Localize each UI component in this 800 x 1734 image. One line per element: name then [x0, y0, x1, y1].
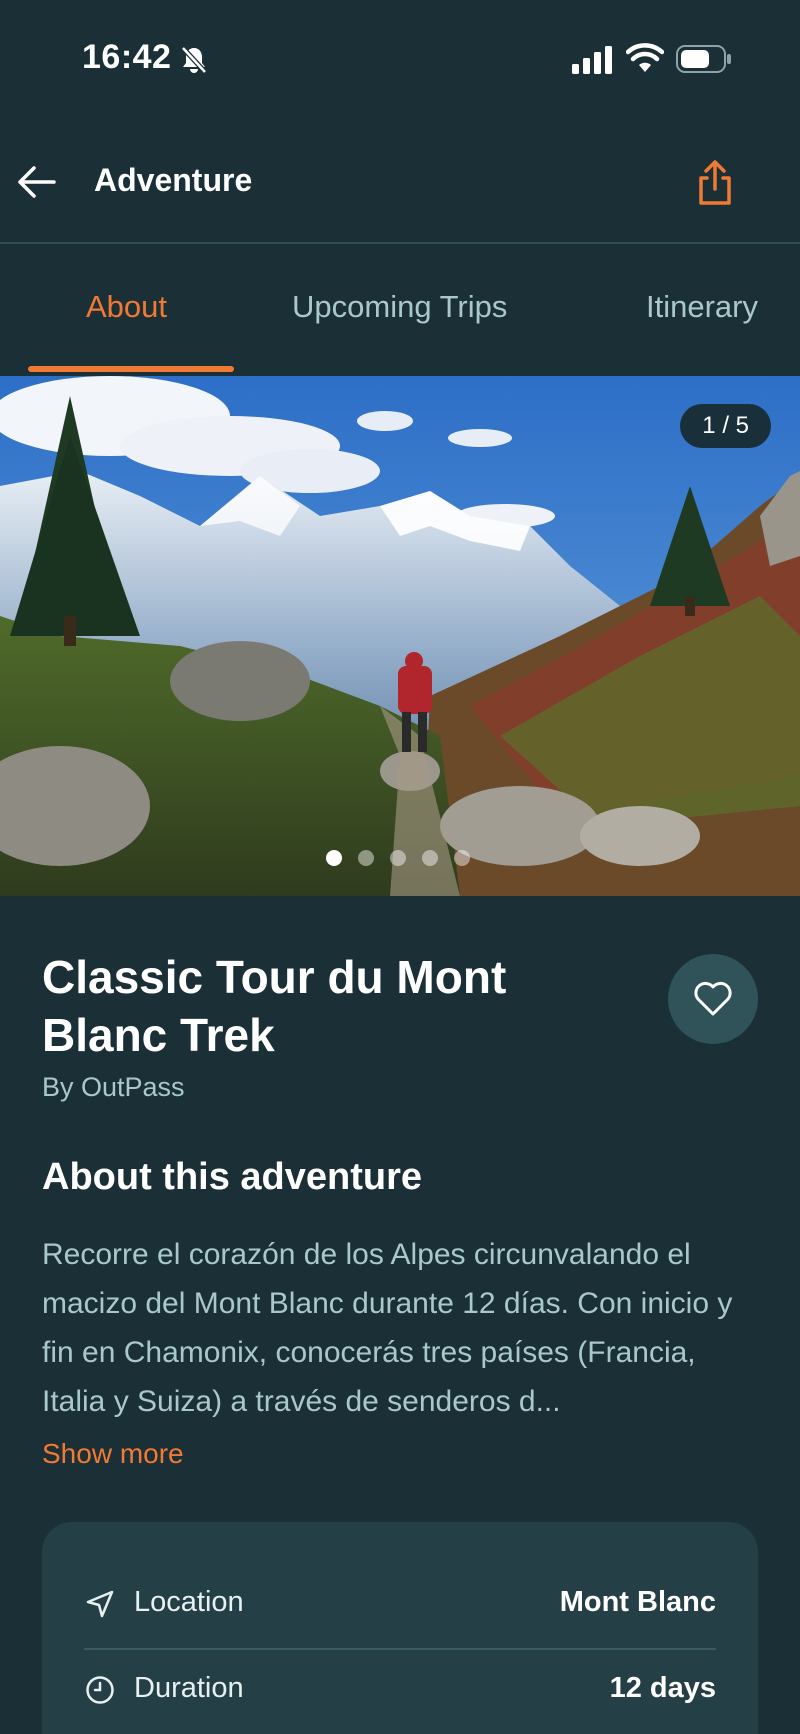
tab-about[interactable]: About	[86, 246, 167, 376]
show-more-link[interactable]: Show more	[42, 1438, 184, 1470]
hero-image-carousel[interactable]: 1 / 5	[0, 376, 800, 896]
tab-upcoming-trips[interactable]: Upcoming Trips	[292, 246, 507, 376]
status-bar: 16:42	[0, 0, 800, 120]
carousel-dot[interactable]	[422, 850, 438, 866]
detail-value: 12 days	[609, 1672, 716, 1704]
detail-value: Mont Blanc	[559, 1586, 716, 1618]
detail-row-location: Location Mont Blanc	[84, 1562, 716, 1648]
app-header: Adventure	[0, 130, 800, 244]
trip-title: Classic Tour du Mont Blanc Trek	[42, 951, 507, 1061]
bell-muted-icon	[181, 46, 207, 74]
photo-counter: 1 / 5	[680, 404, 771, 448]
trip-byline: By OutPass	[42, 1072, 185, 1102]
wifi-icon	[626, 43, 664, 72]
hero-photo	[0, 376, 800, 896]
header-title: Adventure	[94, 162, 253, 198]
clock-icon	[86, 1676, 114, 1704]
favorite-button[interactable]	[668, 954, 758, 1044]
carousel-dot[interactable]	[454, 850, 470, 866]
detail-label: Duration	[134, 1672, 244, 1704]
cellular-signal-icon	[572, 46, 612, 74]
about-description: Recorre el corazón de los Alpes circunva…	[42, 1238, 733, 1418]
trip-details-card: Location Mont Blanc Duration 12 days	[42, 1522, 758, 1734]
carousel-dot[interactable]	[358, 850, 374, 866]
back-arrow-icon[interactable]	[14, 160, 58, 204]
detail-row-duration: Duration 12 days	[84, 1648, 716, 1734]
share-icon[interactable]	[690, 158, 740, 208]
tab-bar: About Upcoming Trips Itinerary	[0, 246, 800, 376]
tab-itinerary[interactable]: Itinerary	[646, 246, 758, 376]
battery-icon	[676, 45, 731, 73]
detail-label: Location	[134, 1586, 244, 1618]
status-time: 16:42	[82, 38, 172, 76]
heart-icon	[694, 981, 732, 1016]
active-tab-indicator	[28, 366, 234, 372]
about-heading: About this adventure	[42, 1156, 423, 1198]
carousel-dot[interactable]	[326, 850, 342, 866]
carousel-dots	[326, 850, 470, 866]
location-arrow-icon	[86, 1590, 114, 1618]
carousel-dot[interactable]	[390, 850, 406, 866]
